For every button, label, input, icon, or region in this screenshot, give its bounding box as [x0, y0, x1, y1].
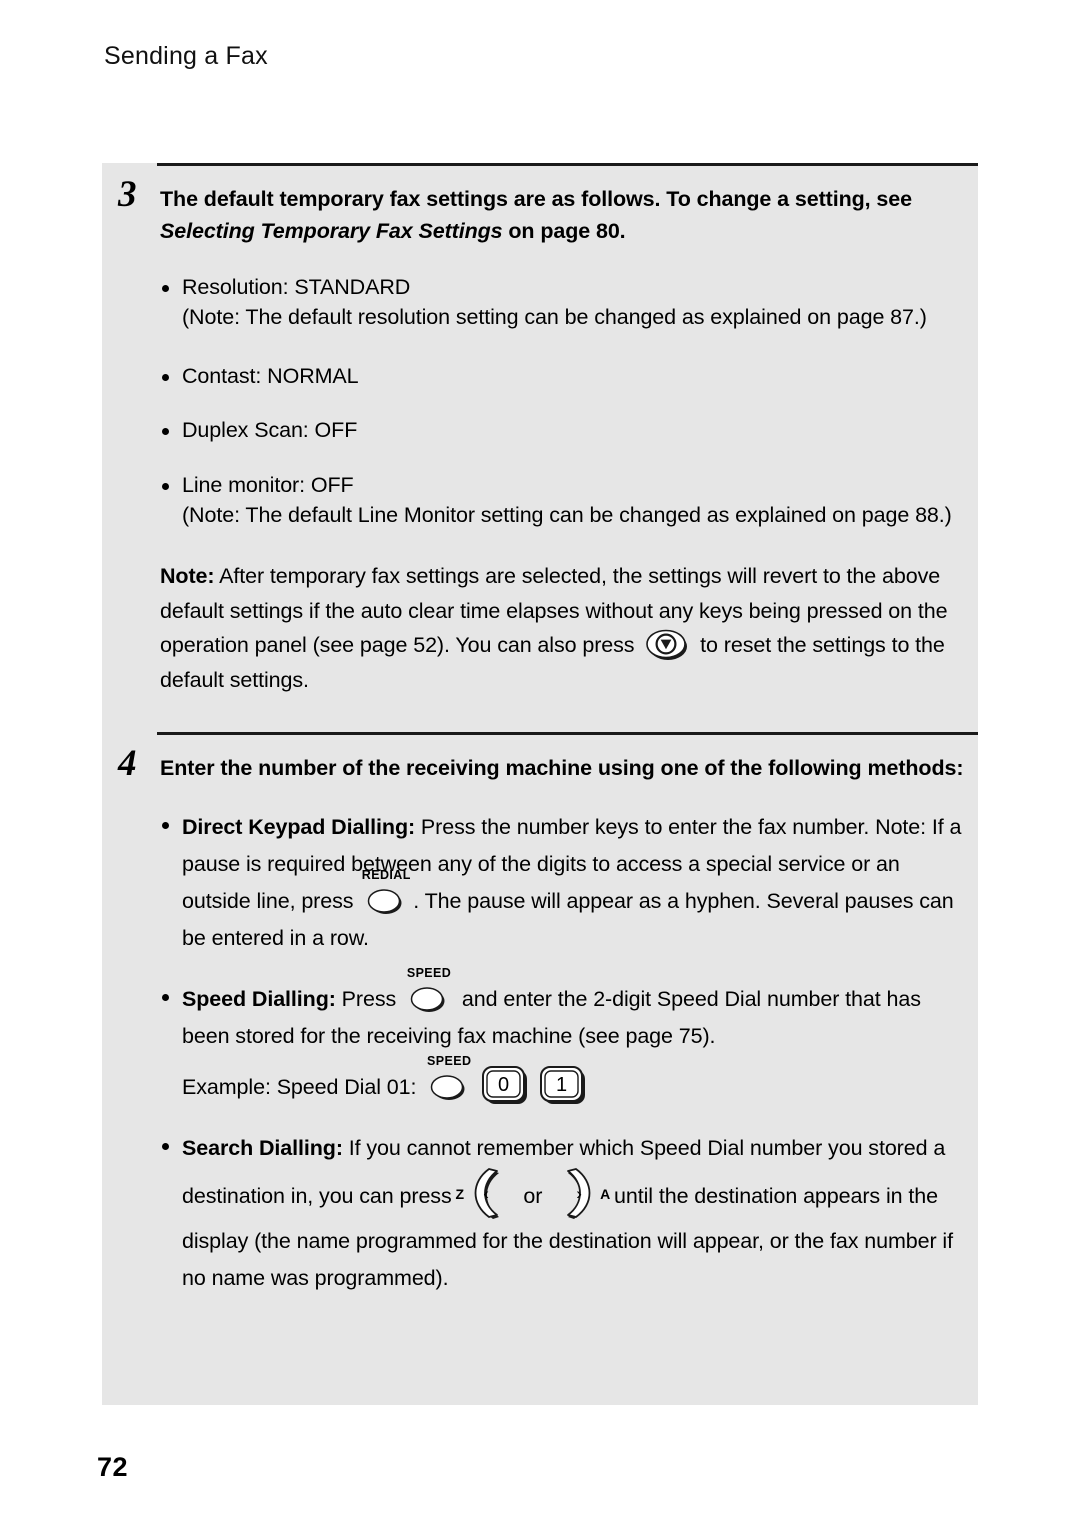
bullet-resolution-note: (Note: The default resolution setting ca…: [182, 305, 927, 330]
bullet-line-monitor-text: Line monitor: OFF: [182, 472, 354, 497]
search-key-previous-icon[interactable]: Z ‹: [455, 1167, 515, 1223]
keypad-key-0-label: 0: [498, 1074, 509, 1096]
method-speed-dialling: Speed Dialling: Press SPEED and enter th…: [102, 967, 978, 1106]
keypad-key-0-icon[interactable]: 0: [481, 1065, 529, 1105]
step-3-heading-text-a: The default temporary fax settings are a…: [160, 187, 912, 211]
search-key-previous-label: Z: [455, 1185, 464, 1202]
speed-key-label: SPEED: [406, 965, 452, 980]
bullet-dot-icon: [162, 284, 169, 292]
speed-dial-example: Example: Speed Dial 01: SPEED 0 1: [182, 1055, 974, 1106]
method-speed-dialling-label: Speed Dialling:: [182, 986, 336, 1011]
redial-key-label: REDIAL: [361, 867, 411, 882]
bullet-dot-icon: [162, 1142, 169, 1150]
bullet-dot-icon: [162, 993, 169, 1001]
redial-key-icon[interactable]: REDIAL: [362, 869, 410, 916]
bullet-dot-icon: [162, 482, 169, 490]
keypad-key-1-label: 1: [556, 1074, 567, 1096]
method-search-dialling-label: Search Dialling:: [182, 1135, 343, 1160]
step-3: 3 The default temporary fax settings are…: [102, 163, 978, 732]
bullet-duplex-scan: Duplex Scan: OFF: [102, 415, 978, 446]
method-direct-keypad-label: Direct Keypad Dialling:: [182, 814, 416, 839]
step-3-heading-text-b: on page 80.: [502, 218, 626, 243]
bullet-duplex-scan-text: Duplex Scan: OFF: [182, 418, 358, 443]
speed-dial-example-label: Example: Speed Dial 01:: [182, 1074, 417, 1099]
bullet-contrast: Contast: NORMAL: [102, 361, 978, 392]
step-3-heading-italic: Selecting Temporary Fax Settings: [160, 218, 503, 243]
bullet-dot-icon: [162, 373, 169, 381]
bullet-line-monitor-note: (Note: The default Line Monitor setting …: [182, 503, 952, 528]
search-key-conjunction: or: [517, 1183, 549, 1208]
method-search-dialling: Search Dialling: If you cannot remember …: [102, 1130, 978, 1297]
step-4: 4 Enter the number of the receiving mach…: [102, 732, 978, 1297]
bullet-resolution: Resolution: STANDARD (Note: The default …: [102, 272, 978, 333]
bullet-contrast-text: Contast: NORMAL: [182, 363, 359, 388]
step-3-note: Note: After temporary fax settings are s…: [102, 559, 978, 698]
content-panel: 3 The default temporary fax settings are…: [102, 163, 978, 1405]
search-key-next-label: A: [600, 1185, 611, 1202]
stop-key-icon[interactable]: [646, 629, 688, 661]
step-3-number: 3: [118, 174, 137, 215]
step-4-heading: 4 Enter the number of the receiving mach…: [102, 735, 978, 785]
svg-text:‹: ‹: [484, 1184, 490, 1203]
page-number: 72: [97, 1452, 129, 1482]
step-4-number: 4: [118, 743, 137, 785]
bullet-resolution-text: Resolution: STANDARD: [182, 274, 411, 299]
step-3-note-label: Note:: [160, 563, 215, 588]
running-head: Sending a Fax: [104, 42, 268, 70]
speed-key-icon[interactable]: SPEED: [406, 967, 452, 1014]
speed-key-icon-example[interactable]: SPEED: [426, 1055, 472, 1102]
bullet-dot-icon: [162, 821, 169, 829]
bullet-dot-icon: [162, 428, 169, 436]
svg-text:›: ›: [576, 1184, 582, 1203]
speed-key-label-example: SPEED: [427, 1053, 472, 1068]
bullet-line-monitor: Line monitor: OFF (Note: The default Lin…: [102, 470, 978, 531]
keypad-key-1-icon[interactable]: 1: [539, 1065, 587, 1105]
step-3-heading: 3 The default temporary fax settings are…: [102, 166, 978, 248]
step-4-heading-text: Enter the number of the receiving machin…: [160, 756, 964, 781]
method-direct-keypad-dialling: Direct Keypad Dialling: Press the number…: [102, 809, 978, 957]
search-key-next-icon[interactable]: A ›: [550, 1167, 610, 1223]
method-speed-dialling-text-a: Press: [335, 986, 403, 1011]
